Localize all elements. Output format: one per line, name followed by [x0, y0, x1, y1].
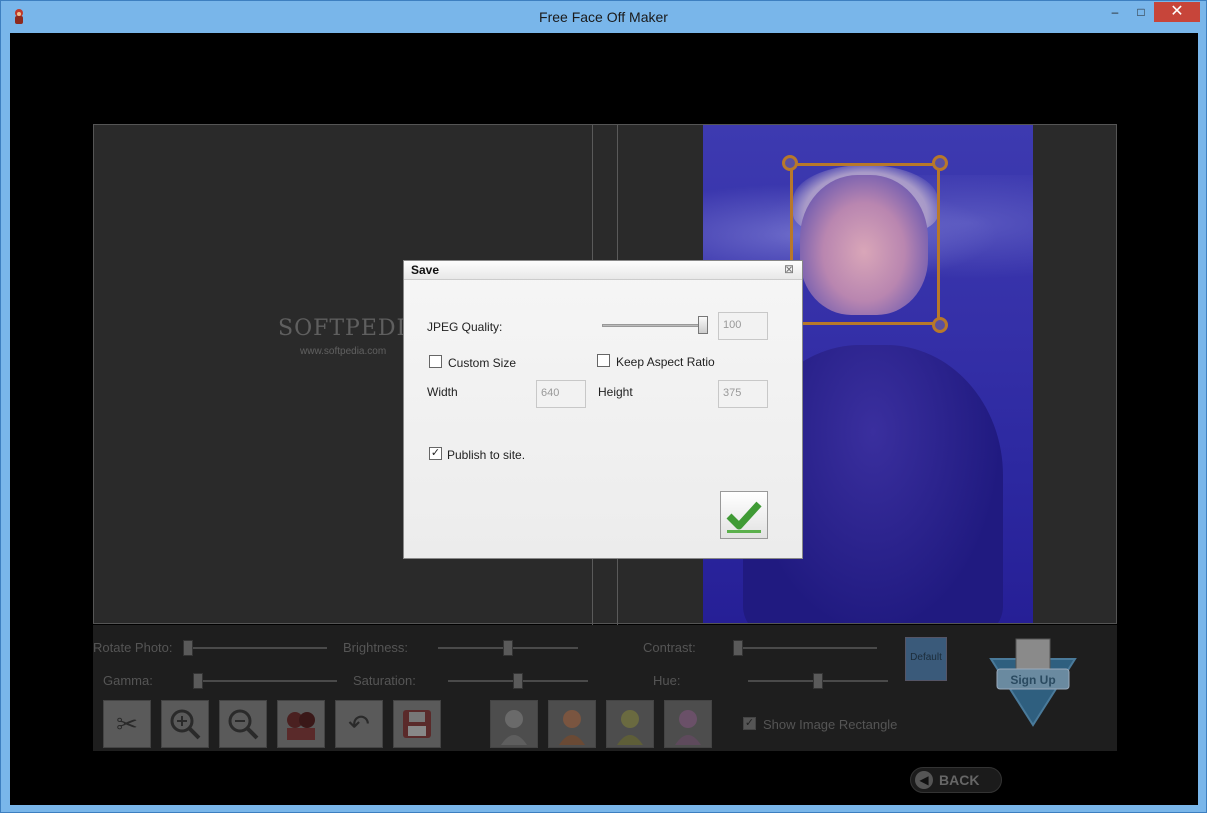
default-button[interactable]: Default — [905, 637, 947, 681]
undo-icon[interactable]: ↶ — [335, 700, 383, 748]
back-label: BACK — [939, 772, 980, 788]
contrast-track — [733, 647, 877, 649]
back-arrow-icon: ◀ — [915, 771, 933, 789]
custom-size-checkbox[interactable] — [429, 355, 442, 368]
face-style-pink-icon[interactable] — [664, 700, 712, 748]
zoom-in-icon[interactable] — [161, 700, 209, 748]
rotate-track — [183, 647, 327, 649]
rotate-label: Rotate Photo: — [93, 640, 173, 655]
gamma-label: Gamma: — [103, 673, 153, 688]
hue-label: Hue: — [653, 673, 681, 688]
hue-slider[interactable] — [813, 673, 823, 689]
keep-aspect-label: Keep Aspect Ratio — [616, 355, 715, 369]
checkmark-icon — [726, 501, 762, 533]
face-style-orange-icon[interactable] — [548, 700, 596, 748]
publish-checkbox[interactable]: ✓ — [429, 447, 442, 460]
back-button[interactable]: ◀ BACK — [910, 767, 1002, 793]
title-bar: Free Face Off Maker – □ ✕ — [1, 1, 1206, 33]
save-dialog: Save ⊠ JPEG Quality: 100 Custom Size Kee… — [403, 260, 803, 559]
saturation-slider[interactable] — [513, 673, 523, 689]
face-style-gray-icon[interactable] — [490, 700, 538, 748]
sign-up-label: Sign Up — [1010, 673, 1055, 687]
publish-label: Publish to site. — [447, 448, 526, 462]
face-selection-rect[interactable] — [790, 163, 940, 325]
dialog-close-icon[interactable]: ⊠ — [784, 262, 794, 276]
brightness-slider[interactable] — [503, 640, 513, 656]
contrast-label: Contrast: — [643, 640, 696, 655]
rotate-slider[interactable] — [183, 640, 193, 656]
saturation-label: Saturation: — [353, 673, 416, 688]
height-label: Height — [598, 385, 633, 399]
sign-up-button[interactable]: Sign Up — [983, 637, 1083, 727]
window-title: Free Face Off Maker — [539, 9, 668, 25]
resize-handle-bottom-right[interactable] — [932, 317, 948, 333]
save-disk-icon[interactable] — [393, 700, 441, 748]
width-label: Width — [427, 385, 458, 399]
jpeg-quality-track — [602, 324, 706, 327]
contrast-slider[interactable] — [733, 640, 743, 656]
height-field[interactable]: 375 — [718, 380, 768, 408]
minimize-button[interactable]: – — [1102, 2, 1128, 22]
face-style-yellow-icon[interactable] — [606, 700, 654, 748]
show-rect-label: Show Image Rectangle — [763, 717, 898, 732]
dialog-title: Save — [411, 263, 440, 277]
jpeg-quality-slider[interactable] — [698, 316, 708, 334]
resize-handle-top-left[interactable] — [782, 155, 798, 171]
adjustment-controls: Rotate Photo: Brightness: Contrast: Gamm… — [93, 625, 1117, 751]
save-ok-button[interactable] — [720, 491, 768, 539]
width-field[interactable]: 640 — [536, 380, 586, 408]
dialog-title-bar: Save ⊠ — [404, 261, 802, 280]
zoom-out-icon[interactable] — [219, 700, 267, 748]
custom-size-label: Custom Size — [448, 356, 517, 370]
jpeg-quality-label: JPEG Quality: — [427, 320, 503, 334]
jpeg-quality-field[interactable]: 100 — [718, 312, 768, 340]
app-window: Free Face Off Maker – □ ✕ SOFTPEDIA www.… — [0, 0, 1207, 813]
keep-aspect-checkbox[interactable] — [597, 354, 610, 367]
resize-handle-top-right[interactable] — [932, 155, 948, 171]
faces-icon[interactable] — [277, 700, 325, 748]
show-rect-checkbox[interactable]: ✓ — [743, 717, 756, 730]
maximize-button[interactable]: □ — [1128, 2, 1154, 22]
watermark-url: www.softpedia.com — [300, 346, 387, 357]
gamma-slider[interactable] — [193, 673, 203, 689]
scissors-icon[interactable]: ✂ — [103, 700, 151, 748]
close-button[interactable]: ✕ — [1154, 2, 1200, 22]
brightness-label: Brightness: — [343, 640, 409, 655]
watermark: SOFTPEDIA — [278, 316, 424, 341]
gamma-track — [193, 680, 337, 682]
